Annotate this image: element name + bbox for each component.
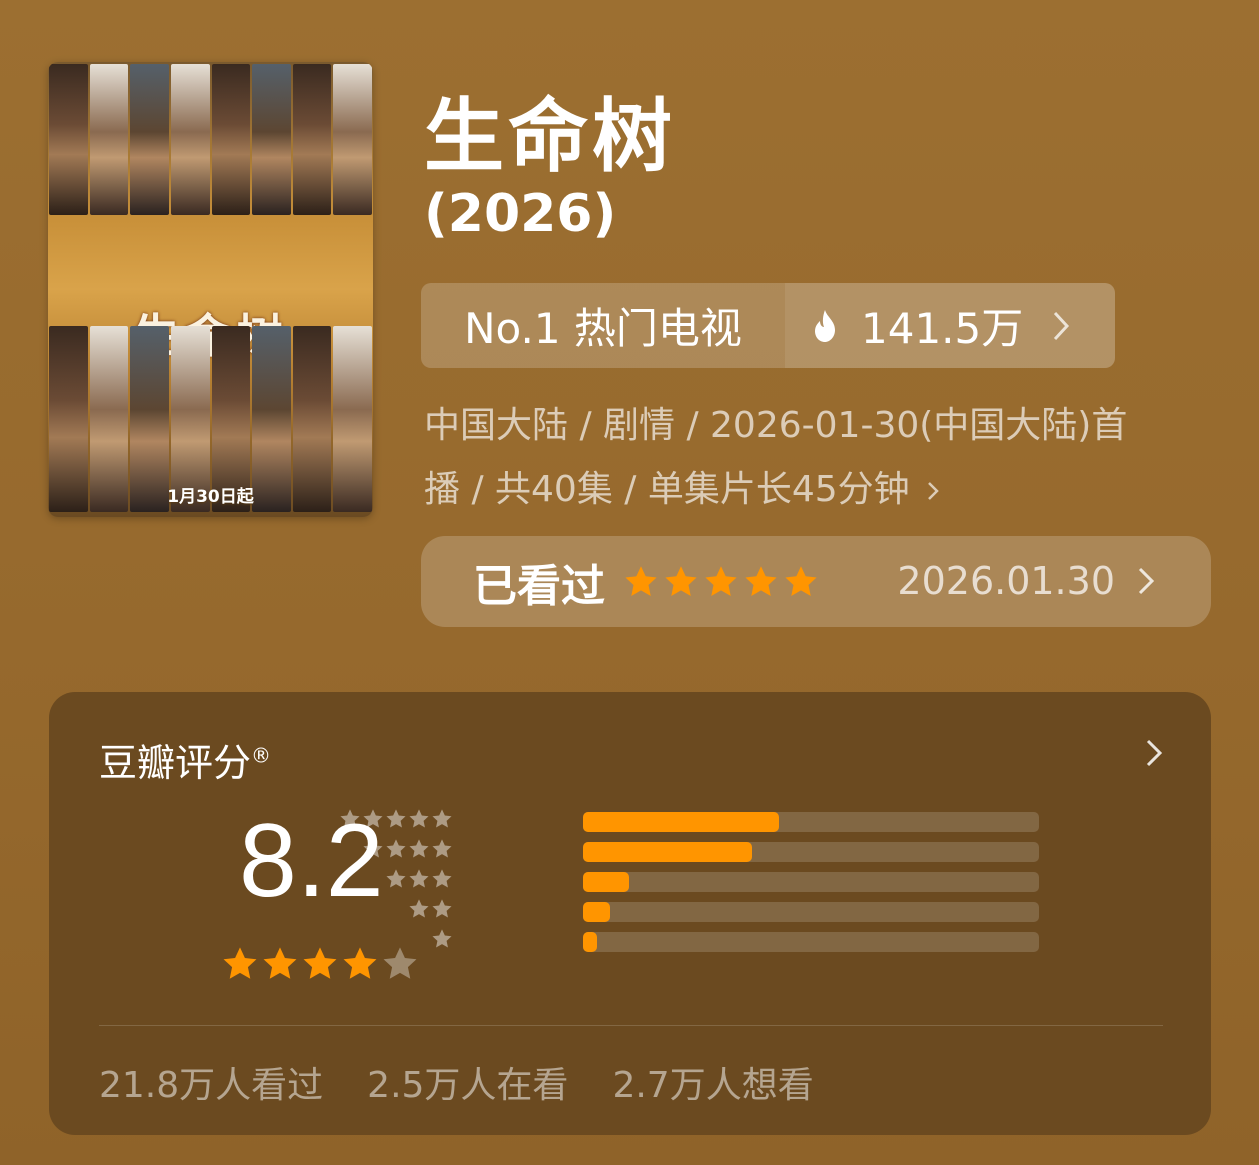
distribution-stars xyxy=(339,838,453,860)
registered-mark: ® xyxy=(251,743,272,768)
distribution-stars xyxy=(339,898,453,920)
star-icon xyxy=(665,565,697,596)
star-icon xyxy=(432,929,452,948)
star-icon xyxy=(409,809,429,828)
rank-label: No.1 热门电视 xyxy=(421,283,785,368)
star-icon xyxy=(432,869,452,888)
star-icon xyxy=(383,947,417,979)
star-icon xyxy=(263,947,297,979)
watched-date: 2026.01.30 xyxy=(897,559,1115,603)
page-title: 生命树 xyxy=(424,90,676,183)
stat-watched[interactable]: 21.8万人看过 xyxy=(99,1056,323,1108)
distribution-stars xyxy=(339,868,453,890)
rank-pill[interactable]: No.1 热门电视 141.5万 xyxy=(421,283,1115,368)
star-icon xyxy=(303,947,337,979)
chevron-right-icon xyxy=(927,482,939,500)
movie-detail-page: 生命树 1月30日起 生命树 (2026) No.1 热门电视 141.5万 中… xyxy=(0,0,1259,1165)
poster-date: 1月30日起 xyxy=(167,487,254,507)
watched-label: 已看过 xyxy=(473,560,605,612)
star-icon xyxy=(340,809,360,828)
chevron-right-icon[interactable] xyxy=(1145,738,1163,768)
meta-line-2-wrap: 播 / 共40集 / 单集片长45分钟 xyxy=(424,458,1214,522)
watched-bar[interactable]: 已看过 2026.01.30 xyxy=(421,536,1211,627)
meta-line-2: 播 / 共40集 / 单集片长45分钟 xyxy=(424,469,910,510)
distribution-bar xyxy=(583,932,597,952)
chevron-right-icon xyxy=(1138,567,1155,595)
rating-header-text: 豆瓣评分 xyxy=(99,741,252,785)
poster-cast-top xyxy=(48,62,373,217)
star-icon xyxy=(745,565,777,596)
distribution-bar xyxy=(583,842,752,862)
meta-line-1: 中国大陆 / 剧情 / 2026-01-30(中国大陆)首 xyxy=(424,405,1128,446)
distribution-bar xyxy=(583,872,629,892)
distribution-stars xyxy=(339,808,453,830)
distribution-track xyxy=(583,932,1039,952)
star-icon xyxy=(409,899,429,918)
distribution-track xyxy=(583,842,1039,862)
star-icon xyxy=(386,839,406,858)
distribution-track xyxy=(583,872,1039,892)
star-icon xyxy=(625,565,657,596)
star-icon xyxy=(363,839,383,858)
star-icon xyxy=(223,947,257,979)
poster-image[interactable]: 生命树 1月30日起 xyxy=(48,62,373,517)
star-icon xyxy=(386,809,406,828)
star-icon xyxy=(432,899,452,918)
star-icon xyxy=(432,839,452,858)
distribution-stars xyxy=(339,928,453,950)
distribution-bar xyxy=(583,812,780,832)
release-year: (2026) xyxy=(424,184,617,244)
star-icon xyxy=(409,869,429,888)
star-icon xyxy=(705,565,737,596)
star-icon xyxy=(409,839,429,858)
distribution-track xyxy=(583,902,1039,922)
heat-section[interactable]: 141.5万 xyxy=(785,283,1115,368)
rating-card[interactable]: 豆瓣评分® 8.2 21.8万人看过 2.5万人在看 2.7万人想看 xyxy=(49,692,1211,1135)
user-rating-stars xyxy=(623,564,819,600)
stat-want[interactable]: 2.7万人想看 xyxy=(612,1056,813,1108)
movie-meta[interactable]: 中国大陆 / 剧情 / 2026-01-30(中国大陆)首 播 / 共40集 /… xyxy=(424,394,1214,522)
fire-icon xyxy=(815,309,835,342)
chevron-right-icon xyxy=(1054,311,1070,340)
distribution-track xyxy=(583,812,1039,832)
rating-header: 豆瓣评分® xyxy=(99,732,271,787)
star-icon xyxy=(343,947,377,979)
distribution-bar xyxy=(583,902,611,922)
star-icon xyxy=(363,809,383,828)
audience-stats: 21.8万人看过 2.5万人在看 2.7万人想看 xyxy=(99,1056,814,1108)
score-stars xyxy=(221,945,419,983)
stat-watching[interactable]: 2.5万人在看 xyxy=(367,1056,568,1108)
heat-value: 141.5万 xyxy=(861,304,1024,353)
star-icon xyxy=(432,809,452,828)
star-icon xyxy=(785,565,817,596)
star-icon xyxy=(386,869,406,888)
divider xyxy=(99,1025,1163,1026)
